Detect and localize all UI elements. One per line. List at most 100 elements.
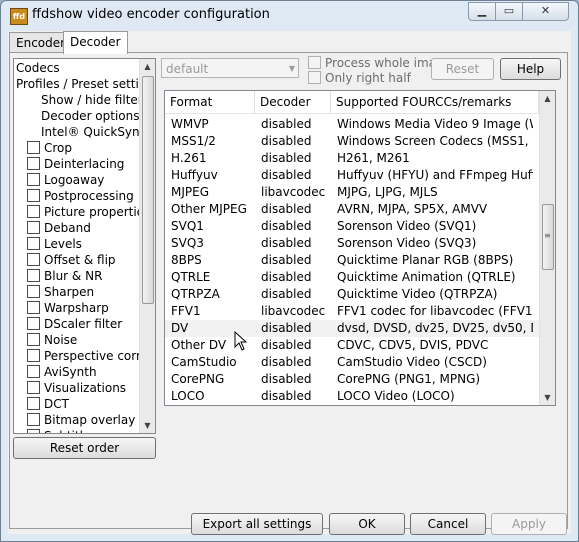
tree-item-label: DCT — [44, 397, 69, 411]
table-row[interactable]: CorePNG disabled CorePNG (PNG1, MPNG) — [165, 371, 539, 388]
tree-scrollbar[interactable]: ▲ ▼ — [139, 59, 155, 433]
settings-tree[interactable]: Codecs Profiles / Preset settings Show / h… — [13, 58, 156, 434]
tree-item[interactable]: Perspective corr. — [27, 348, 144, 364]
scroll-down-icon[interactable]: ▼ — [540, 390, 555, 405]
filter-checkbox[interactable] — [27, 173, 40, 186]
minimize-button[interactable]: ▁ — [468, 2, 496, 21]
filter-checkbox[interactable] — [27, 205, 40, 218]
help-button[interactable]: Help — [500, 58, 561, 80]
cancel-button[interactable]: Cancel — [410, 513, 486, 535]
tree-item[interactable]: AviSynth — [27, 364, 97, 380]
tree-item[interactable]: Decoder options — [41, 108, 140, 124]
tree-item[interactable]: Postprocessing — [27, 188, 134, 204]
tree-item[interactable]: Profiles / Preset settings — [16, 76, 155, 92]
reset-button[interactable]: Reset — [431, 58, 494, 80]
tree-item[interactable]: Sharpen — [27, 284, 94, 300]
table-row[interactable]: Other MJPEG disabled AVRN, MJPA, SP5X, AMV… — [165, 201, 539, 218]
table-row[interactable]: 8BPS disabled Quicktime Planar RGB (8BPS) — [165, 252, 539, 269]
checkbox-box — [308, 56, 321, 69]
filter-checkbox[interactable] — [27, 301, 40, 314]
scroll-up-icon[interactable]: ▲ — [540, 91, 555, 106]
filter-checkbox[interactable] — [27, 285, 40, 298]
filter-checkbox[interactable] — [27, 317, 40, 330]
scroll-up-icon[interactable]: ▲ — [140, 59, 155, 74]
tree-item[interactable]: DCT — [27, 396, 69, 412]
tree-scroll-thumb[interactable] — [142, 76, 154, 304]
tree-item[interactable]: Bitmap overlay — [27, 412, 135, 428]
apply-button[interactable]: Apply — [491, 513, 567, 535]
table-row[interactable]: H.261 disabled H261, M261 — [165, 150, 539, 167]
tree-item[interactable]: Show / hide filters — [41, 92, 149, 108]
tree-item[interactable]: Deinterlacing — [27, 156, 124, 172]
close-button[interactable]: ✕ — [522, 2, 569, 21]
filter-checkbox[interactable] — [27, 141, 40, 154]
tree-item[interactable]: DScaler filter — [27, 316, 122, 332]
table-row[interactable]: SVQ1 disabled Sorenson Video (SVQ1) — [165, 218, 539, 235]
table-row[interactable]: MSS1/2 disabled Windows Screen Codecs (MSS… — [165, 133, 539, 150]
format-cell: CamStudio — [171, 355, 237, 369]
maximize-button[interactable]: ▭ — [495, 2, 523, 21]
only-right-half-checkbox[interactable]: Only right half — [308, 71, 411, 85]
tree-item[interactable]: Logoaway — [27, 172, 104, 188]
column-header-decoder[interactable]: Decoder — [255, 91, 331, 114]
table-row[interactable]: FFV1 libavcodec FFV1 codec for libavcodec … — [165, 303, 539, 320]
title-bar[interactable]: ffd ffdshow video encoder configuration … — [1, 1, 578, 28]
table-row[interactable]: Other DV disabled CDVC, CDV5, DVIS, PDVC — [165, 337, 539, 354]
remarks-cell: Windows Media Video 9 Image (WMV... — [337, 117, 533, 131]
format-cell: MSS1/2 — [171, 134, 216, 148]
tree-item[interactable]: Codecs — [16, 60, 60, 76]
filter-checkbox[interactable] — [27, 157, 40, 170]
codec-list-scroll-thumb[interactable]: ≡ — [542, 204, 554, 270]
column-header-format[interactable]: Format — [165, 91, 255, 114]
preset-select[interactable]: default ▼ — [161, 58, 299, 78]
reset-order-button[interactable]: Reset order — [13, 437, 156, 459]
table-row[interactable]: WMVP disabled Windows Media Video 9 Image … — [165, 116, 539, 133]
format-cell: LOCO — [171, 389, 205, 403]
tree-item[interactable]: Levels — [27, 236, 82, 252]
filter-checkbox[interactable] — [27, 333, 40, 346]
tree-item[interactable]: Warpsharp — [27, 300, 109, 316]
filter-checkbox[interactable] — [27, 253, 40, 266]
tree-item-label: Visualizations — [44, 381, 127, 395]
tree-item[interactable]: Picture properties — [27, 204, 150, 220]
tree-item[interactable]: Deband — [27, 220, 91, 236]
table-row[interactable]: LOCO disabled LOCO Video (LOCO) — [165, 388, 539, 405]
tree-item[interactable]: Noise — [27, 332, 77, 348]
filter-checkbox[interactable] — [27, 237, 40, 250]
table-row[interactable]: CamStudio disabled CamStudio Video (CSCD) — [165, 354, 539, 371]
codec-list-scrollbar[interactable]: ▲ ≡ ▼ — [539, 91, 555, 405]
tree-item[interactable]: Subtitles — [27, 428, 97, 433]
tree-item[interactable]: Crop — [27, 140, 72, 156]
tree-item[interactable]: Intel® QuickSync — [41, 124, 146, 140]
tree-item-label: Codecs — [16, 61, 60, 75]
filter-checkbox[interactable] — [27, 397, 40, 410]
process-whole-image-checkbox[interactable]: Process whole image — [308, 56, 451, 70]
filter-checkbox[interactable] — [27, 269, 40, 282]
filter-checkbox[interactable] — [27, 429, 40, 433]
filter-checkbox[interactable] — [27, 413, 40, 426]
filter-checkbox[interactable] — [27, 221, 40, 234]
tree-item[interactable]: Offset & flip — [27, 252, 116, 268]
filter-checkbox[interactable] — [27, 365, 40, 378]
table-row[interactable]: SVQ3 disabled Sorenson Video (SVQ3) — [165, 235, 539, 252]
table-row[interactable]: QTRLE disabled Quicktime Animation (QTRLE) — [165, 269, 539, 286]
filter-checkbox[interactable] — [27, 349, 40, 362]
tree-item-label: Perspective corr. — [44, 349, 144, 363]
filter-checkbox[interactable] — [27, 381, 40, 394]
tree-item[interactable]: Visualizations — [27, 380, 126, 396]
format-cell: QTRPZA — [171, 287, 220, 301]
tab-decoder[interactable]: Decoder — [63, 31, 128, 54]
table-row[interactable]: MJPEG libavcodec MJPG, LJPG, MJLS — [165, 184, 539, 201]
filter-checkbox[interactable] — [27, 189, 40, 202]
tree-item-label: Levels — [44, 237, 82, 251]
export-all-settings-button[interactable]: Export all settings — [191, 513, 323, 535]
column-header-remarks[interactable]: Supported FOURCCs/remarks — [331, 91, 539, 114]
table-row[interactable]: Huffyuv disabled Huffyuv (HFYU) and FFmpeg… — [165, 167, 539, 184]
codec-list[interactable]: Format Decoder Supported FOURCCs/remarks… — [164, 90, 556, 406]
tree-item[interactable]: Blur & NR — [27, 268, 102, 284]
remarks-cell: Huffyuv (HFYU) and FFmpeg HuffYU... — [337, 168, 533, 182]
table-row[interactable]: DV disabled dvsd, DVSD, dv25, DV25, dv50, … — [165, 320, 539, 337]
ok-button[interactable]: OK — [329, 513, 405, 535]
table-row[interactable]: QTRPZA disabled Quicktime Video (QTRPZA) — [165, 286, 539, 303]
scroll-down-icon[interactable]: ▼ — [140, 418, 155, 433]
